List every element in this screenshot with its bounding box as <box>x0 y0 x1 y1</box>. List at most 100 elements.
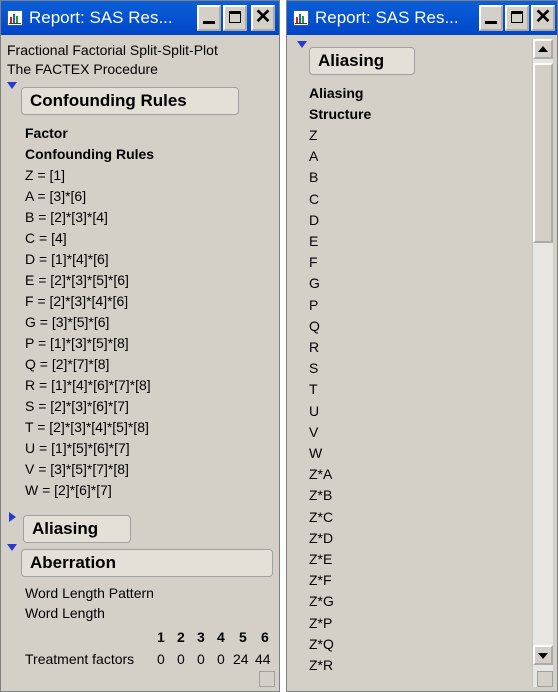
confounding-rule-row: D = [1]*[4]*[6] <box>25 251 109 267</box>
aliasing-row: D <box>309 211 320 228</box>
aliasing-row: P <box>309 296 319 313</box>
disclosure-collapsed-icon[interactable] <box>9 512 16 522</box>
word-length-value: 0 <box>217 651 225 667</box>
confounding-rule-row: P = [1]*[3]*[5]*[8] <box>25 335 129 351</box>
word-length-value: 0 <box>157 651 165 667</box>
aliasing-row: Z*G <box>309 593 334 610</box>
section-aliasing[interactable]: Aliasing <box>23 515 131 543</box>
resize-grip[interactable] <box>259 671 275 687</box>
window-title: Report: SAS Res... <box>29 8 173 27</box>
resize-grip[interactable] <box>537 671 553 687</box>
arrow-up-icon <box>538 46 548 52</box>
disclosure-expanded-icon[interactable] <box>7 544 17 551</box>
aliasing-row: Z*F <box>309 572 332 589</box>
minimize-icon <box>203 21 215 24</box>
word-length-column-header: 5 <box>239 629 247 645</box>
confounding-rule-row: W = [2]*[6]*[7] <box>25 482 112 498</box>
confounding-rule-row: V = [3]*[5]*[7]*[8] <box>25 461 129 477</box>
report-window-right: Report: SAS Res... ✕ Aliasing Aliasing S… <box>286 0 558 692</box>
section-aliasing[interactable]: Aliasing <box>309 47 415 75</box>
scroll-down-button[interactable] <box>533 645 553 665</box>
vertical-scrollbar[interactable] <box>532 39 553 687</box>
title-bar[interactable]: Report: SAS Res... ✕ <box>1 1 279 35</box>
word-length-title: Word Length <box>25 605 105 621</box>
section-aberration[interactable]: Aberration <box>21 549 273 577</box>
window-title: Report: SAS Res... <box>315 8 459 27</box>
confounding-rule-row: B = [2]*[3]*[4] <box>25 209 108 225</box>
aliasing-row: R <box>309 339 320 355</box>
close-icon: ✕ <box>254 6 272 28</box>
aliasing-row: Z*E <box>309 551 333 567</box>
aliasing-row: U <box>309 402 320 419</box>
aliasing-row: Z*P <box>309 614 333 631</box>
scroll-thumb[interactable] <box>533 63 553 243</box>
word-length-column-header: 3 <box>197 629 205 645</box>
aliasing-row: Z*B <box>309 487 333 504</box>
confounding-rule-row: Q = [2]*[7]*[8] <box>25 356 110 372</box>
arrow-down-icon <box>538 653 548 659</box>
report-window-left: Report: SAS Res... ✕ Fractional Factoria… <box>0 0 280 692</box>
minimize-button[interactable] <box>197 5 221 31</box>
word-length-value: 44 <box>255 651 271 667</box>
maximize-icon <box>229 11 241 23</box>
disclosure-expanded-icon[interactable] <box>7 82 17 89</box>
aliasing-row: C <box>309 190 320 207</box>
confounding-rule-row: R = [1]*[4]*[6]*[7]*[8] <box>25 377 151 393</box>
confounding-rule-row: T = [2]*[3]*[4]*[5]*[8] <box>25 419 149 435</box>
aliasing-row: Z*R <box>309 657 334 673</box>
report-subheading: The FACTEX Procedure <box>7 61 158 77</box>
aliasing-row: G <box>309 275 320 292</box>
confounding-rule-row: S = [2]*[3]*[6]*[7] <box>25 398 129 414</box>
maximize-button[interactable] <box>505 5 529 31</box>
confounding-rule-row: C = [4] <box>25 230 67 246</box>
table-header-factor: Factor <box>25 125 68 141</box>
section-confounding-rules[interactable]: Confounding Rules <box>21 87 239 115</box>
aliasing-row: Z*D <box>309 529 334 546</box>
aliasing-row: Z*C <box>309 508 334 525</box>
close-icon: ✕ <box>534 6 552 28</box>
table-header-aliasing: Aliasing <box>309 85 364 101</box>
confounding-rule-row: F = [2]*[3]*[4]*[6] <box>25 293 129 309</box>
word-length-column-header: 2 <box>177 629 185 645</box>
word-length-column-header: 4 <box>217 629 225 645</box>
minimize-icon <box>485 21 497 24</box>
close-button[interactable]: ✕ <box>251 5 275 31</box>
report-heading: Fractional Factorial Split-Split-Plot <box>7 42 218 58</box>
aliasing-row: Z <box>309 127 318 143</box>
word-length-value: 0 <box>197 651 205 667</box>
report-content: Aliasing Aliasing Structure ZABCDEFGPQRS… <box>291 39 531 687</box>
aliasing-row: Z*Q <box>309 635 334 652</box>
aliasing-row: Q <box>309 317 320 334</box>
word-length-pattern-title: Word Length Pattern <box>25 585 154 601</box>
table-header-structure: Structure <box>309 106 372 122</box>
scroll-up-button[interactable] <box>533 39 553 59</box>
confounding-rule-row: Z = [1] <box>25 167 66 183</box>
aliasing-row: E <box>309 233 319 249</box>
confounding-rule-row: A = [3]*[6] <box>25 188 87 204</box>
word-length-value: 0 <box>177 651 185 667</box>
minimize-button[interactable] <box>479 5 503 31</box>
aliasing-row: Z*A <box>309 466 333 483</box>
aliasing-row: S <box>309 360 319 377</box>
report-content: Fractional Factorial Split-Split-Plot Th… <box>5 39 275 687</box>
word-length-column-header: 1 <box>157 629 165 645</box>
maximize-icon <box>511 11 523 23</box>
aliasing-row: B <box>309 169 319 186</box>
word-length-column-header: 6 <box>261 629 269 645</box>
aliasing-row: F <box>309 254 318 271</box>
aliasing-row: A <box>309 148 319 165</box>
aliasing-row: V <box>309 423 319 440</box>
treatment-factors-label: Treatment factors <box>25 651 135 667</box>
confounding-rule-row: G = [3]*[5]*[6] <box>25 314 110 330</box>
sas-report-icon <box>7 10 23 26</box>
disclosure-expanded-icon[interactable] <box>297 41 307 48</box>
maximize-button[interactable] <box>223 5 247 31</box>
title-bar[interactable]: Report: SAS Res... ✕ <box>287 1 557 35</box>
word-length-value: 24 <box>233 651 249 667</box>
table-header-confounding: Confounding Rules <box>25 146 155 162</box>
sas-report-icon <box>293 10 309 26</box>
confounding-rule-row: E = [2]*[3]*[5]*[6] <box>25 272 129 288</box>
aliasing-row: T <box>309 381 318 398</box>
aliasing-row: W <box>309 445 323 461</box>
close-button[interactable]: ✕ <box>531 5 555 31</box>
